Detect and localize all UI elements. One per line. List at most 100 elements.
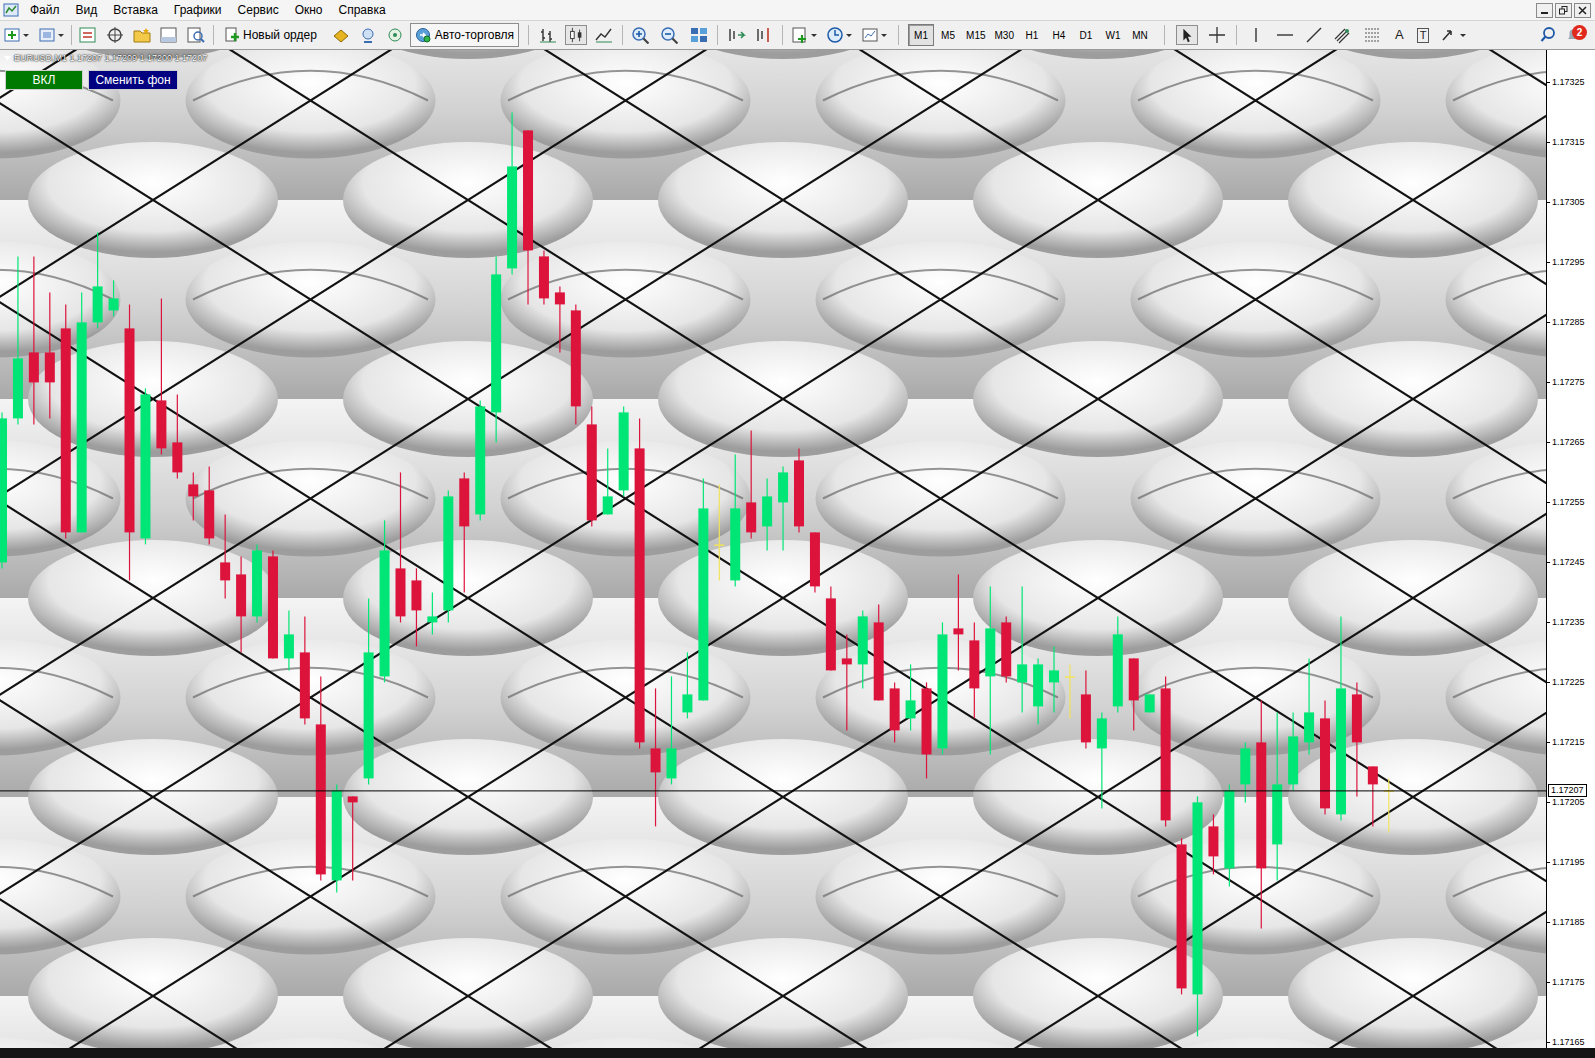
minimize-button[interactable] bbox=[1536, 3, 1553, 18]
timeframe-button[interactable]: M1 bbox=[908, 24, 934, 46]
crosshair-icon[interactable] bbox=[1207, 26, 1227, 44]
search-icon[interactable] bbox=[1539, 26, 1557, 44]
candle bbox=[985, 586, 995, 754]
axis-tick bbox=[1547, 502, 1550, 503]
timeframe-button[interactable]: M5 bbox=[935, 24, 961, 46]
candle bbox=[427, 592, 437, 634]
vps-icon[interactable] bbox=[385, 26, 405, 44]
candle-body bbox=[858, 616, 868, 664]
text-tool[interactable]: A bbox=[1393, 25, 1406, 45]
candle-body bbox=[587, 424, 597, 520]
candle bbox=[714, 484, 724, 580]
candle bbox=[794, 448, 804, 532]
timeframe-button[interactable]: M15 bbox=[962, 24, 989, 46]
label-tool[interactable]: T bbox=[1417, 28, 1430, 43]
candle bbox=[316, 676, 326, 880]
candle-body bbox=[1113, 634, 1123, 706]
axis-label: 1.17315 bbox=[1552, 137, 1585, 148]
axis-label: 1.17165 bbox=[1552, 1037, 1585, 1048]
candle bbox=[778, 466, 788, 550]
candle-body bbox=[109, 298, 119, 310]
menu-item[interactable]: Графики bbox=[166, 1, 230, 19]
restore-icon bbox=[1559, 6, 1568, 15]
terminal-icon[interactable] bbox=[159, 26, 179, 44]
vertical-line-icon[interactable] bbox=[1246, 26, 1266, 44]
axis-tick bbox=[1547, 82, 1550, 83]
candle-body bbox=[1145, 694, 1155, 712]
new-chart-icon[interactable] bbox=[4, 26, 30, 44]
chart-shift-icon[interactable] bbox=[754, 26, 774, 44]
timeframe-button[interactable]: M30 bbox=[991, 24, 1018, 46]
candle bbox=[698, 478, 708, 700]
menu-item[interactable]: Окно bbox=[287, 1, 331, 19]
templates-icon[interactable] bbox=[861, 26, 889, 44]
candle-wick bbox=[910, 664, 911, 730]
bar-chart-icon[interactable] bbox=[538, 26, 558, 44]
candle bbox=[364, 598, 374, 784]
timeframe-label: W1 bbox=[1105, 28, 1120, 43]
candle-wick bbox=[846, 634, 847, 730]
app-icon[interactable] bbox=[3, 2, 19, 18]
fibonacci-icon[interactable] bbox=[1362, 26, 1382, 44]
menu-item[interactable]: Сервис bbox=[230, 1, 287, 19]
arrows-icon[interactable] bbox=[1440, 26, 1468, 44]
menu-item[interactable]: Вставка bbox=[105, 1, 166, 19]
separator bbox=[717, 25, 718, 45]
market-watch-icon[interactable] bbox=[78, 26, 98, 44]
indicators-icon[interactable] bbox=[791, 26, 819, 44]
candle-chart-icon[interactable] bbox=[565, 25, 587, 45]
timeframe-button[interactable]: H4 bbox=[1046, 24, 1072, 46]
axis-tick bbox=[1547, 1042, 1550, 1043]
navigator-icon[interactable] bbox=[132, 26, 152, 44]
candle-body bbox=[1017, 664, 1027, 682]
candle bbox=[45, 292, 55, 418]
chart-plot[interactable]: EURUSD,M1 1.17207 1.17209 1.17200 1.1720… bbox=[0, 50, 1546, 1048]
candle bbox=[268, 550, 278, 658]
horizontal-line-icon[interactable] bbox=[1275, 26, 1295, 44]
tile-windows-icon[interactable] bbox=[689, 26, 709, 44]
channel-icon[interactable] bbox=[1333, 26, 1353, 44]
zoom-out-icon[interactable] bbox=[660, 26, 680, 44]
restore-button[interactable] bbox=[1555, 3, 1572, 18]
candle bbox=[810, 532, 820, 592]
candle-body bbox=[1065, 676, 1075, 678]
data-window-icon[interactable] bbox=[105, 26, 125, 44]
separator bbox=[71, 25, 72, 45]
profiles-icon[interactable] bbox=[39, 26, 65, 44]
new-order-button[interactable]: Новый ордер bbox=[221, 24, 320, 46]
notifications-button[interactable]: 2 bbox=[1565, 25, 1585, 45]
timeframe-button[interactable]: W1 bbox=[1100, 24, 1126, 46]
line-chart-icon[interactable] bbox=[594, 26, 614, 44]
signals-icon[interactable] bbox=[358, 26, 378, 44]
cursor-icon[interactable] bbox=[1176, 25, 1198, 45]
tester-icon[interactable] bbox=[186, 26, 206, 44]
timeframe-button[interactable]: H1 bbox=[1019, 24, 1045, 46]
menu-item[interactable]: Справка bbox=[331, 1, 394, 19]
candle-body bbox=[555, 292, 565, 304]
market-icon[interactable] bbox=[331, 26, 351, 44]
candle bbox=[459, 472, 469, 592]
candle bbox=[969, 622, 979, 718]
menu-item[interactable]: Вид bbox=[68, 1, 106, 19]
close-button[interactable] bbox=[1574, 3, 1591, 18]
change-background-button[interactable]: Сменить фон bbox=[88, 70, 178, 90]
auto-trading-button[interactable]: Авто-торговля bbox=[410, 23, 519, 47]
notification-badge: 2 bbox=[1572, 25, 1587, 40]
zoom-in-icon[interactable] bbox=[631, 26, 651, 44]
candle bbox=[204, 466, 214, 544]
candle bbox=[125, 304, 135, 580]
collapse-icon[interactable] bbox=[4, 56, 11, 61]
autoscroll-icon[interactable] bbox=[726, 26, 746, 44]
candle bbox=[332, 784, 342, 892]
menu-item[interactable]: Файл bbox=[22, 1, 68, 19]
axis-label: 1.17205 bbox=[1552, 797, 1585, 808]
timeframe-button[interactable]: D1 bbox=[1073, 24, 1099, 46]
on-button[interactable]: ВКЛ bbox=[5, 70, 83, 90]
candle bbox=[348, 796, 358, 880]
trendline-icon[interactable] bbox=[1304, 26, 1324, 44]
candle bbox=[1336, 616, 1346, 820]
periods-icon[interactable] bbox=[826, 26, 854, 44]
terminal-window: {"menu": ["Файл", "Вид", "Вставка", "Гра… bbox=[0, 0, 1595, 1058]
timeframe-button[interactable]: MN bbox=[1127, 24, 1153, 46]
candle-body bbox=[220, 562, 230, 580]
